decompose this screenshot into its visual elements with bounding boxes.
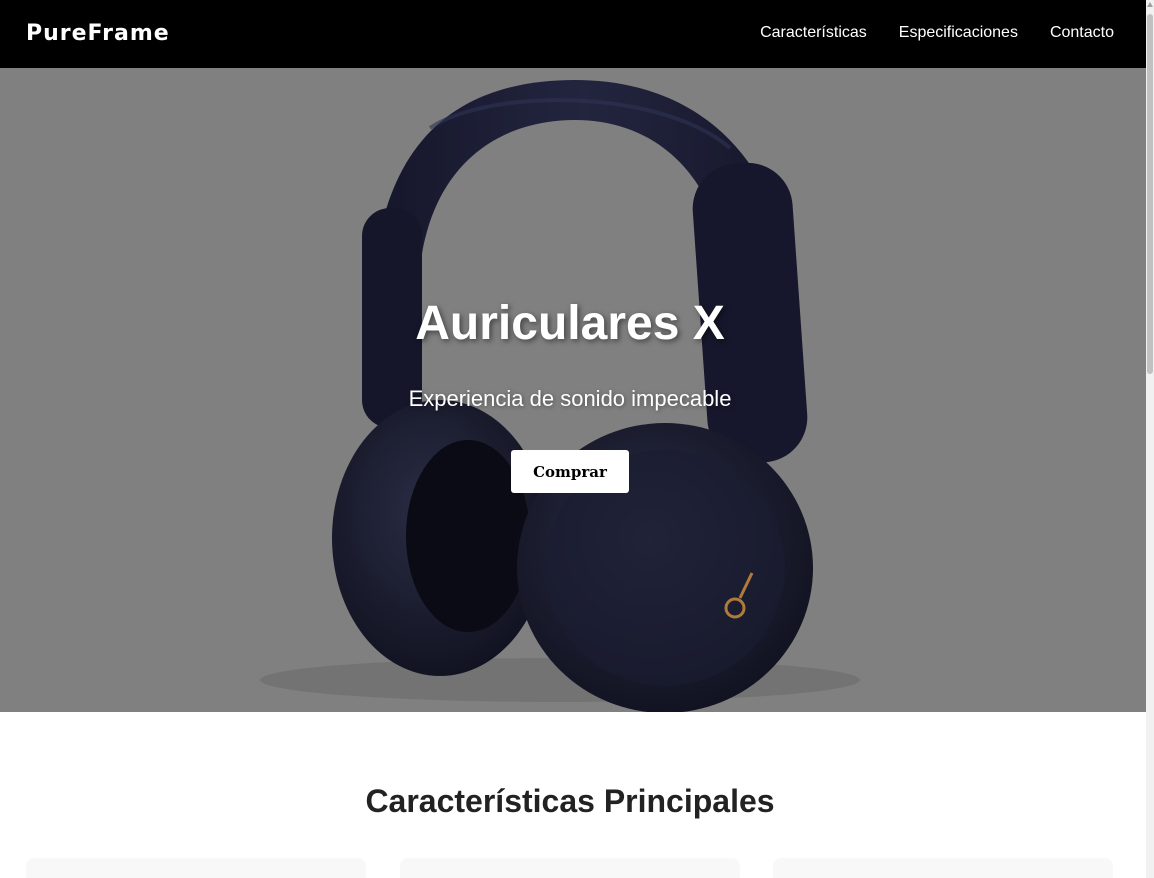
buy-button[interactable]: Comprar (511, 450, 629, 493)
features-title: Características Principales (365, 783, 775, 819)
feature-card (773, 858, 1113, 878)
scroll-thumb[interactable] (1147, 14, 1153, 374)
nav-link-caracteristicas[interactable]: Características (760, 22, 867, 44)
navbar: PureFrame Características Especificacion… (0, 0, 1146, 68)
page-scrollbar[interactable] (1146, 0, 1154, 878)
nav-links: Características Especificaciones Contact… (760, 22, 1114, 44)
feature-card (400, 858, 740, 878)
hero-title: Auriculares X (415, 297, 725, 350)
page: PureFrame Características Especificacion… (0, 0, 1146, 878)
nav-link-contacto[interactable]: Contacto (1050, 22, 1114, 44)
feature-card (26, 858, 366, 878)
scroll-up-icon[interactable] (1147, 2, 1153, 7)
hero-subtitle: Experiencia de sonido impecable (408, 386, 732, 411)
hero-content: Auriculares X Experiencia de sonido impe… (0, 68, 1146, 712)
brand-logo[interactable]: PureFrame (26, 19, 170, 49)
nav-link-especificaciones[interactable]: Especificaciones (899, 22, 1018, 44)
hero-section: Auriculares X Experiencia de sonido impe… (0, 68, 1146, 712)
